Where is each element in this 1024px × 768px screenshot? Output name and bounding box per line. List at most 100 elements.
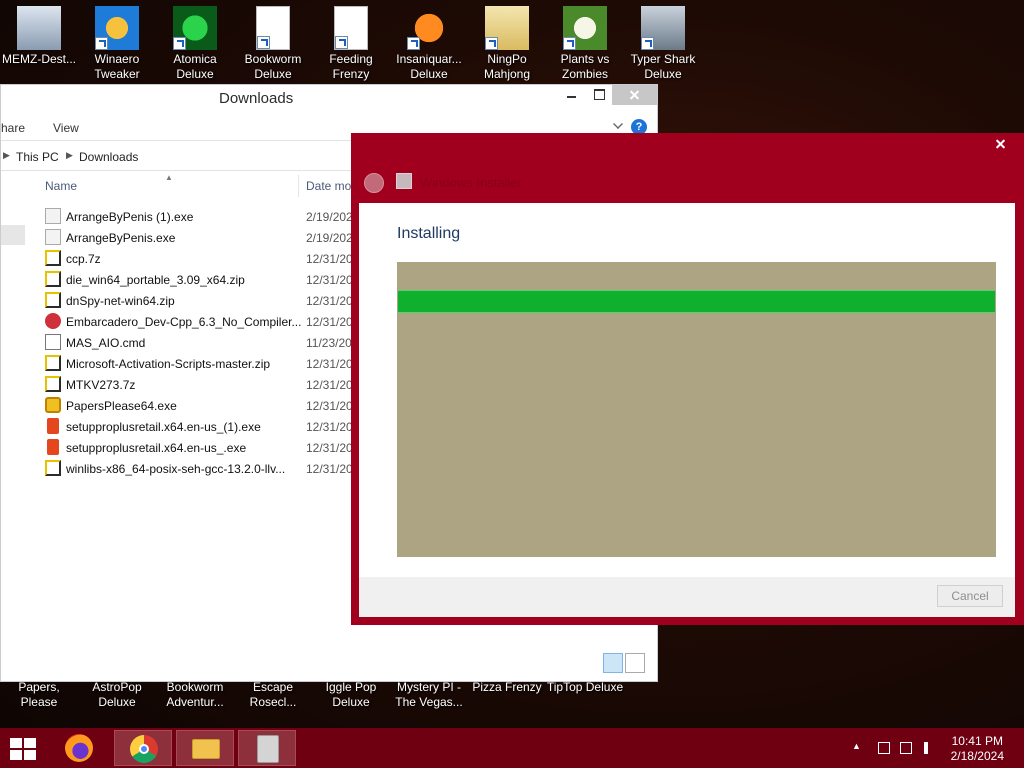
desktop-icon[interactable]: NingPo Mahjong <box>468 0 546 88</box>
file-name: ArrangeByPenis (1).exe <box>66 210 194 224</box>
window-controls <box>558 85 657 105</box>
installer-window: Windows Installer Installing Cancel <box>351 133 1024 625</box>
tab-view[interactable]: View <box>53 121 79 135</box>
shortcut-arrow-icon <box>257 36 270 49</box>
back-button[interactable] <box>364 173 384 193</box>
desktop-icon-label: Papers, Please <box>18 680 60 709</box>
file-name: ArrangeByPenis.exe <box>66 231 176 245</box>
archive-icon <box>45 292 61 308</box>
desktop-icon[interactable]: MEMZ-Dest... <box>0 0 78 88</box>
table-row[interactable]: winlibs-x86_64-posix-seh-gcc-13.2.0-llv.… <box>45 458 365 479</box>
desktop-icon[interactable]: Iggle Pop Deluxe <box>312 680 390 728</box>
shortcut-arrow-icon <box>485 37 498 50</box>
plants-icon <box>563 6 607 50</box>
desktop-icon-label: Pizza Frenzy <box>472 680 542 694</box>
column-divider[interactable] <box>298 175 299 197</box>
details-view-icon[interactable] <box>603 653 623 673</box>
table-row[interactable]: ArrangeByPenis (1).exe 2/19/2024 <box>45 206 365 227</box>
desktop-icon-label: Mystery PI - The Vegas... <box>395 680 463 709</box>
table-row[interactable]: die_win64_portable_3.09_x64.zip 12/31/20 <box>45 269 365 290</box>
table-row[interactable]: dnSpy-net-win64.zip 12/31/20 <box>45 290 365 311</box>
application-icon <box>47 439 59 455</box>
table-row[interactable]: MTKV273.7z 12/31/20 <box>45 374 365 395</box>
column-header-date[interactable]: Date mo <box>306 179 351 193</box>
file-name: Microsoft-Activation-Scripts-master.zip <box>66 357 271 371</box>
clock[interactable]: 10:41 PM 2/18/2024 <box>951 734 1004 764</box>
minimize-button[interactable] <box>558 85 585 105</box>
folder-icon[interactable] <box>176 730 234 766</box>
script-icon <box>45 334 61 350</box>
application-icon <box>45 229 61 245</box>
network-icon[interactable] <box>900 742 912 754</box>
installing-heading: Installing <box>397 225 461 242</box>
file-name: dnSpy-net-win64.zip <box>66 294 175 308</box>
archive-icon <box>45 355 61 371</box>
breadcrumb-this-pc[interactable]: This PC <box>16 150 59 164</box>
chrome-icon[interactable] <box>114 730 172 766</box>
maximize-button[interactable] <box>585 85 612 105</box>
chevron-down-icon[interactable] <box>613 119 623 129</box>
table-row[interactable]: setupproplusretail.x64.en-us_(1).exe 12/3… <box>45 416 365 437</box>
desktop-icon[interactable]: Typer Shark Deluxe <box>624 0 702 88</box>
desktop-icon[interactable]: Mystery PI - The Vegas... <box>390 680 468 728</box>
breadcrumb-downloads[interactable]: Downloads <box>79 150 138 164</box>
tab-share[interactable]: hare <box>1 121 25 135</box>
winaero-icon <box>95 6 139 50</box>
table-row[interactable]: Embarcadero_Dev-Cpp_6.3_No_Compiler... 12… <box>45 311 365 332</box>
column-header-name[interactable]: Name <box>45 179 77 193</box>
atomica-icon <box>173 6 217 50</box>
desktop-icon[interactable]: AstroPop Deluxe <box>78 680 156 728</box>
file-name: die_win64_portable_3.09_x64.zip <box>66 273 245 287</box>
desktop-icon[interactable]: Bookworm Deluxe <box>234 0 312 88</box>
file-name: PapersPlease64.exe <box>66 399 177 413</box>
windows-start-icon[interactable] <box>10 738 38 760</box>
navigation-pane <box>1 171 25 641</box>
progress-bar <box>398 290 995 313</box>
goldfish-icon <box>407 6 451 50</box>
table-row[interactable]: PapersPlease64.exe 12/31/20 <box>45 395 365 416</box>
explorer-titlebar[interactable]: Downloads <box>1 85 657 113</box>
file-name: setupproplusretail.x64.en-us_.exe <box>66 441 247 455</box>
shortcut-arrow-icon <box>563 37 576 50</box>
desktop-icon[interactable]: TipTop Deluxe <box>546 680 624 728</box>
table-row[interactable]: ArrangeByPenis.exe 2/19/2024 <box>45 227 365 248</box>
table-row[interactable]: MAS_AIO.cmd 11/23/20 <box>45 332 365 353</box>
nav-selected-item[interactable] <box>1 225 25 245</box>
table-row[interactable]: ccp.7z 12/31/20 <box>45 248 365 269</box>
desktop-icon[interactable]: Feeding Frenzy <box>312 0 390 88</box>
file-date: 12/31/20 <box>306 252 353 266</box>
desktop-icon[interactable]: Plants vs Zombies <box>546 0 624 88</box>
desktop-icon[interactable]: Escape Rosecl... <box>234 680 312 728</box>
close-button[interactable] <box>612 85 657 105</box>
firefox-icon[interactable] <box>50 730 108 766</box>
desktop-icon[interactable]: Insaniquar... Deluxe <box>390 0 468 88</box>
archive-icon <box>45 376 61 392</box>
file-name: MTKV273.7z <box>66 378 136 392</box>
desktop-icon-label: Plants vs Zombies <box>560 52 610 81</box>
view-toggle <box>603 653 645 673</box>
table-row[interactable]: setupproplusretail.x64.en-us_.exe 12/31/2… <box>45 437 365 458</box>
cancel-button[interactable]: Cancel <box>937 585 1003 607</box>
action-center-flag-icon[interactable] <box>878 742 890 754</box>
installer-app-icon <box>396 173 412 189</box>
shortcut-arrow-icon <box>95 37 108 50</box>
desktop-icon[interactable]: Bookworm Adventur... <box>156 680 234 728</box>
volume-muted-icon[interactable] <box>924 742 936 754</box>
large-icons-view-icon[interactable] <box>625 653 645 673</box>
desktop-icon[interactable]: Atomica Deluxe <box>156 0 234 88</box>
desktop-icon[interactable]: Pizza Frenzy <box>468 680 546 728</box>
desktop-icon[interactable]: Winaero Tweaker <box>78 0 156 88</box>
archive-icon <box>45 271 61 287</box>
file-date: 12/31/20 <box>306 399 353 413</box>
file-name: MAS_AIO.cmd <box>66 336 146 350</box>
show-hidden-icons-icon[interactable]: ▲ <box>852 741 864 753</box>
chevron-right-icon: ▶ <box>3 150 10 160</box>
installer-close-button[interactable] <box>977 133 1024 155</box>
file-name: Embarcadero_Dev-Cpp_6.3_No_Compiler... <box>66 315 302 329</box>
desktop-icon-label: Bookworm Deluxe <box>244 52 302 81</box>
installer-icon[interactable] <box>238 730 296 766</box>
table-row[interactable]: Microsoft-Activation-Scripts-master.zip 1… <box>45 353 365 374</box>
shortcut-arrow-icon <box>407 37 420 50</box>
desktop-icon-label: Typer Shark Deluxe <box>630 52 696 81</box>
desktop-icon[interactable]: Papers, Please <box>0 680 78 728</box>
